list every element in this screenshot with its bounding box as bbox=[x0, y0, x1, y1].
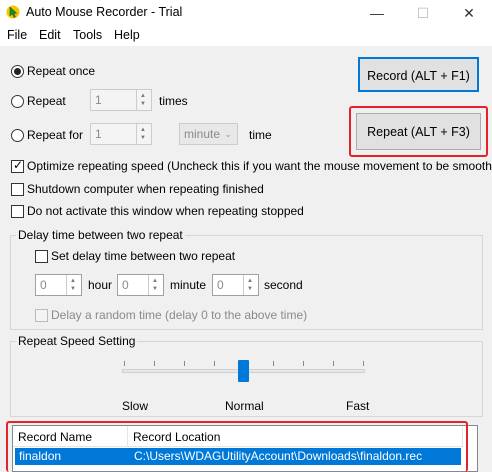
hour-label: hour bbox=[88, 278, 113, 292]
hour-stepper[interactable]: 0 ▲ ▼ bbox=[35, 274, 82, 296]
mouse-cursor-icon bbox=[6, 5, 20, 19]
chevron-down-icon: ⌄ bbox=[224, 129, 232, 139]
record-button-label: Record (ALT + F1) bbox=[367, 69, 470, 83]
up-arrow-icon[interactable]: ▲ bbox=[247, 278, 253, 284]
speed-group-title: Repeat Speed Setting bbox=[16, 334, 138, 348]
repeat-times-label: Repeat bbox=[27, 94, 66, 108]
no-activate-checkbox[interactable] bbox=[11, 205, 24, 218]
set-delay-checkbox[interactable] bbox=[35, 250, 48, 263]
up-arrow-icon[interactable]: ▲ bbox=[70, 278, 76, 284]
repeat-count-value: 1 bbox=[95, 93, 102, 107]
repeat-for-radio[interactable] bbox=[11, 129, 24, 142]
menu-file[interactable]: File bbox=[7, 28, 27, 42]
up-arrow-icon[interactable]: ▲ bbox=[140, 127, 146, 133]
repeat-for-label: Repeat for bbox=[27, 128, 84, 142]
no-activate-label: Do not activate this window when repeati… bbox=[27, 204, 304, 218]
slider-tick bbox=[154, 361, 155, 366]
time-label: time bbox=[249, 128, 272, 142]
close-button[interactable]: ✕ bbox=[446, 0, 492, 26]
slider-tick bbox=[333, 361, 334, 366]
speed-slow-label: Slow bbox=[122, 399, 149, 413]
speed-slider-thumb[interactable] bbox=[238, 360, 249, 382]
stepper-arrows[interactable]: ▲ ▼ bbox=[243, 275, 258, 295]
down-arrow-icon[interactable]: ▼ bbox=[140, 135, 146, 141]
random-delay-label: Delay a random time (delay 0 to the abov… bbox=[51, 308, 308, 322]
minimize-button[interactable]: — bbox=[354, 0, 400, 26]
repeat-times-radio[interactable] bbox=[11, 95, 24, 108]
minute-value: 0 bbox=[122, 278, 129, 292]
slider-tick bbox=[363, 361, 364, 366]
speed-normal-label: Normal bbox=[225, 399, 264, 413]
up-arrow-icon[interactable]: ▲ bbox=[140, 93, 146, 99]
minute-label: minute bbox=[170, 278, 207, 292]
second-label: second bbox=[264, 278, 303, 292]
repeat-for-stepper[interactable]: 1 ▲ ▼ bbox=[90, 123, 152, 145]
record-list-highlight bbox=[6, 421, 468, 472]
speed-fast-label: Fast bbox=[346, 399, 370, 413]
shutdown-label: Shutdown computer when repeating finishe… bbox=[27, 182, 264, 196]
repeat-count-stepper[interactable]: 1 ▲ ▼ bbox=[90, 89, 152, 111]
title-bar: Auto Mouse Recorder - Trial — ☐ ✕ bbox=[0, 0, 492, 26]
shutdown-checkbox[interactable] bbox=[11, 183, 24, 196]
repeat-once-label: Repeat once bbox=[27, 64, 96, 78]
slider-tick bbox=[184, 361, 185, 366]
down-arrow-icon[interactable]: ▼ bbox=[247, 286, 253, 292]
delay-group-title: Delay time between two repeat bbox=[16, 228, 185, 242]
second-stepper[interactable]: 0 ▲ ▼ bbox=[212, 274, 259, 296]
set-delay-label: Set delay time between two repeat bbox=[51, 249, 236, 263]
second-value: 0 bbox=[217, 278, 224, 292]
menu-edit[interactable]: Edit bbox=[39, 28, 61, 42]
slider-tick bbox=[124, 361, 125, 366]
menu-help[interactable]: Help bbox=[114, 28, 140, 42]
hour-value: 0 bbox=[40, 278, 47, 292]
slider-tick bbox=[303, 361, 304, 366]
record-button[interactable]: Record (ALT + F1) bbox=[358, 57, 479, 92]
down-arrow-icon[interactable]: ▼ bbox=[152, 286, 158, 292]
repeat-button-label: Repeat (ALT + F3) bbox=[367, 125, 470, 139]
optimize-speed-label: Optimize repeating speed (Uncheck this i… bbox=[27, 159, 492, 173]
menu-tools[interactable]: Tools bbox=[73, 28, 102, 42]
times-label: times bbox=[159, 94, 188, 108]
repeat-for-value: 1 bbox=[95, 127, 102, 141]
slider-tick bbox=[214, 361, 215, 366]
random-delay-checkbox[interactable] bbox=[35, 309, 48, 322]
stepper-arrows[interactable]: ▲ ▼ bbox=[66, 275, 81, 295]
up-arrow-icon[interactable]: ▲ bbox=[152, 278, 158, 284]
repeat-once-radio[interactable] bbox=[11, 65, 24, 78]
maximize-button[interactable]: ☐ bbox=[400, 0, 446, 26]
optimize-speed-checkbox[interactable] bbox=[11, 158, 24, 173]
time-unit-value: minute bbox=[184, 127, 221, 141]
down-arrow-icon[interactable]: ▼ bbox=[140, 101, 146, 107]
stepper-arrows[interactable]: ▲ ▼ bbox=[148, 275, 163, 295]
repeat-button[interactable]: Repeat (ALT + F3) bbox=[356, 113, 481, 150]
stepper-arrows[interactable]: ▲ ▼ bbox=[136, 90, 151, 110]
down-arrow-icon[interactable]: ▼ bbox=[70, 286, 76, 292]
time-unit-select[interactable]: minute ⌄ bbox=[179, 123, 238, 145]
minute-stepper[interactable]: 0 ▲ ▼ bbox=[117, 274, 164, 296]
slider-tick bbox=[273, 361, 274, 366]
window-title: Auto Mouse Recorder - Trial bbox=[26, 5, 183, 19]
stepper-arrows[interactable]: ▲ ▼ bbox=[136, 124, 151, 144]
